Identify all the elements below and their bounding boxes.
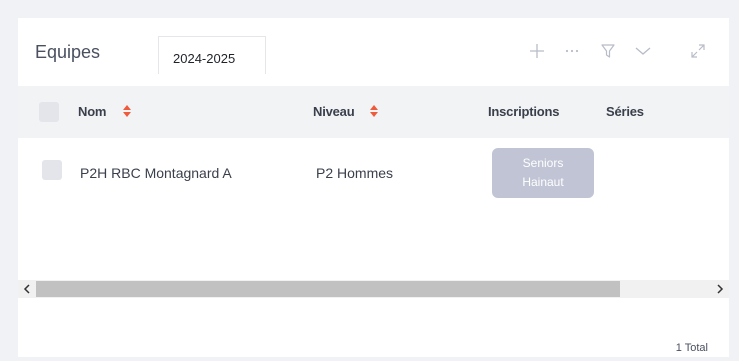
column-header-nom[interactable]: Nom xyxy=(78,104,106,119)
inscription-tag-line: Seniors xyxy=(522,156,564,170)
column-header-inscriptions[interactable]: Inscriptions xyxy=(488,104,559,119)
inscription-tag-line: Hainaut xyxy=(522,175,564,189)
total-count: 1 Total xyxy=(675,342,708,354)
column-header-niveau[interactable]: Niveau xyxy=(313,104,355,119)
scroll-right-icon[interactable] xyxy=(711,280,729,298)
teams-card: Equipes 2024-2025 Nom Niveau Inscription… xyxy=(18,18,729,357)
horizontal-scrollbar[interactable] xyxy=(18,280,729,298)
select-all-checkbox[interactable] xyxy=(39,102,59,122)
add-icon[interactable] xyxy=(524,38,550,64)
filter-icon[interactable] xyxy=(595,38,621,64)
card-header: Equipes 2024-2025 xyxy=(18,18,729,86)
column-header-series[interactable]: Séries xyxy=(606,104,644,119)
table-row[interactable]: P2H RBC Montagnard A P2 Hommes Seniors H… xyxy=(18,138,729,208)
team-level: P2 Hommes xyxy=(316,165,394,181)
table-footer: 1 Total xyxy=(18,298,729,357)
scroll-left-icon[interactable] xyxy=(18,280,36,298)
sort-icon[interactable] xyxy=(122,104,132,118)
card-title: Equipes xyxy=(35,42,101,62)
team-name: P2H RBC Montagnard A xyxy=(80,165,232,181)
sort-icon[interactable] xyxy=(369,104,379,118)
more-icon[interactable] xyxy=(559,38,585,64)
row-checkbox[interactable] xyxy=(42,160,62,180)
season-selector[interactable]: 2024-2025 xyxy=(158,36,266,74)
scrollbar-thumb[interactable] xyxy=(36,281,620,297)
inscription-tag[interactable]: Seniors Hainaut xyxy=(492,148,594,198)
expand-icon[interactable] xyxy=(685,38,711,64)
chevron-down-icon[interactable] xyxy=(630,38,656,64)
table-header: Nom Niveau Inscriptions Séries xyxy=(18,86,729,138)
